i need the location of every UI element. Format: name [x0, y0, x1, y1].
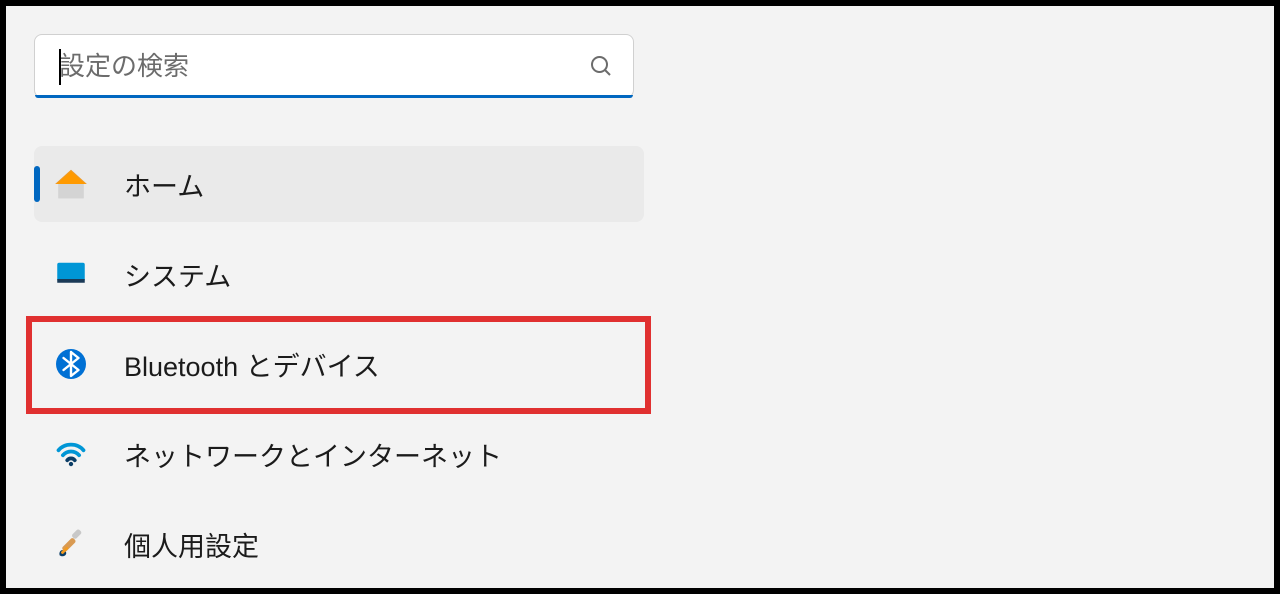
- sidebar-item-label: Bluetooth とデバイス: [124, 345, 380, 384]
- sidebar-item-personalization[interactable]: 個人用設定: [34, 506, 644, 582]
- sidebar-item-label: ネットワークとインターネット: [124, 435, 502, 474]
- sidebar-item-network[interactable]: ネットワークとインターネット: [34, 416, 644, 492]
- sidebar-item-label: ホーム: [124, 165, 204, 204]
- settings-sidebar-frame: ホーム システム Bluetooth とデバイス: [0, 0, 1280, 594]
- settings-nav: ホーム システム Bluetooth とデバイス: [34, 146, 644, 582]
- sidebar-item-label: システム: [124, 255, 231, 294]
- network-icon: [52, 435, 90, 473]
- sidebar-item-home[interactable]: ホーム: [34, 146, 644, 222]
- search-settings-field[interactable]: [34, 34, 634, 98]
- personalize-icon: [52, 525, 90, 563]
- text-caret: [59, 49, 61, 85]
- sidebar-item-bluetooth[interactable]: Bluetooth とデバイス: [34, 326, 644, 402]
- sidebar-item-label: 個人用設定: [124, 525, 259, 564]
- sidebar-item-system[interactable]: システム: [34, 236, 644, 312]
- home-icon: [52, 165, 90, 203]
- search-icon: [589, 54, 613, 78]
- system-icon: [52, 255, 90, 293]
- bluetooth-icon: [52, 345, 90, 383]
- search-input[interactable]: [59, 51, 589, 82]
